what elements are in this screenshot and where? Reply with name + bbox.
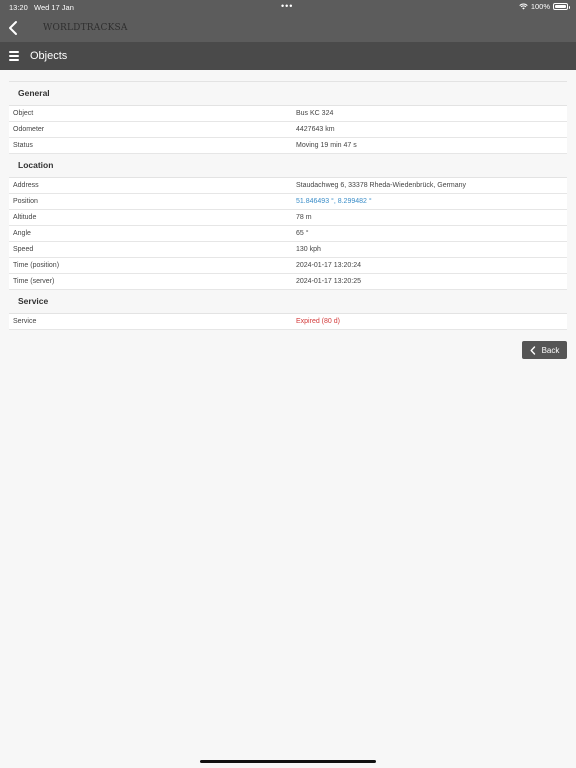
- row-label: Status: [13, 142, 33, 149]
- table-row: Time (server) 2024-01-17 13:20:25: [9, 274, 567, 290]
- row-label: Position: [13, 198, 38, 205]
- row-label: Time (position): [13, 262, 60, 269]
- back-button[interactable]: Back: [522, 341, 567, 359]
- row-label: Angle: [13, 230, 31, 237]
- row-value: 2024-01-17 13:20:24: [296, 262, 361, 269]
- battery-icon: [553, 3, 570, 10]
- chevron-left-icon: [530, 345, 535, 355]
- section-general-header: General: [9, 82, 567, 106]
- brand-bar: WORLDTRACKSA: [0, 14, 576, 42]
- section-service-header: Service: [9, 290, 567, 314]
- table-row: Object Bus KC 324: [9, 106, 567, 122]
- table-row: Altitude 78 m: [9, 210, 567, 226]
- hamburger-menu-icon[interactable]: [9, 51, 19, 61]
- row-value: Bus KC 324: [296, 110, 334, 117]
- row-label: Address: [13, 182, 39, 189]
- table-row: Position 51.846493 °, 8.299482 °: [9, 194, 567, 210]
- page-title: Objects: [30, 50, 68, 62]
- row-label: Service: [13, 318, 37, 325]
- service-status: Expired (80 d): [296, 318, 340, 325]
- row-label: Speed: [13, 246, 34, 253]
- row-value: 4427643 km: [296, 126, 335, 133]
- table-row: Time (position) 2024-01-17 13:20:24: [9, 258, 567, 274]
- row-value: Moving 19 min 47 s: [296, 142, 357, 149]
- row-value: Staudachweg 6, 33378 Rheda-Wiedenbrück, …: [296, 182, 467, 189]
- home-indicator[interactable]: [200, 760, 376, 763]
- row-label: Altitude: [13, 214, 37, 221]
- row-value: 130 kph: [296, 246, 321, 253]
- brand-logo: WORLDTRACKSA: [43, 23, 128, 33]
- status-date: Wed 17 Jan: [34, 3, 74, 12]
- row-label: Object: [13, 110, 34, 117]
- chevron-left-icon[interactable]: [7, 20, 21, 36]
- row-value: 65 °: [296, 230, 309, 237]
- table-row: Odometer 4427643 km: [9, 122, 567, 138]
- section-location-header: Location: [9, 154, 567, 178]
- table-row: Service Expired (80 d): [9, 314, 567, 330]
- wifi-icon: [519, 3, 528, 10]
- table-row: Speed 130 kph: [9, 242, 567, 258]
- table-row: Angle 65 °: [9, 226, 567, 242]
- status-right: 100%: [519, 2, 570, 11]
- status-time: 13:20: [9, 3, 28, 12]
- table-row: Address Staudachweg 6, 33378 Rheda-Wiede…: [9, 178, 567, 194]
- row-label: Odometer: [13, 126, 45, 133]
- table-row: Status Moving 19 min 47 s: [9, 138, 567, 154]
- row-label: Time (server): [13, 278, 55, 285]
- multitask-dots[interactable]: •••: [281, 1, 293, 11]
- row-value: 2024-01-17 13:20:25: [296, 278, 361, 285]
- row-value: 78 m: [296, 214, 312, 221]
- battery-percent: 100%: [530, 2, 550, 11]
- back-button-label: Back: [541, 345, 560, 355]
- status-bar: 13:20 Wed 17 Jan ••• 100%: [0, 0, 576, 14]
- position-link[interactable]: 51.846493 °, 8.299482 °: [296, 198, 372, 205]
- object-details: General Object Bus KC 324 Odometer 44276…: [9, 81, 567, 330]
- menu-bar: Objects: [0, 42, 576, 70]
